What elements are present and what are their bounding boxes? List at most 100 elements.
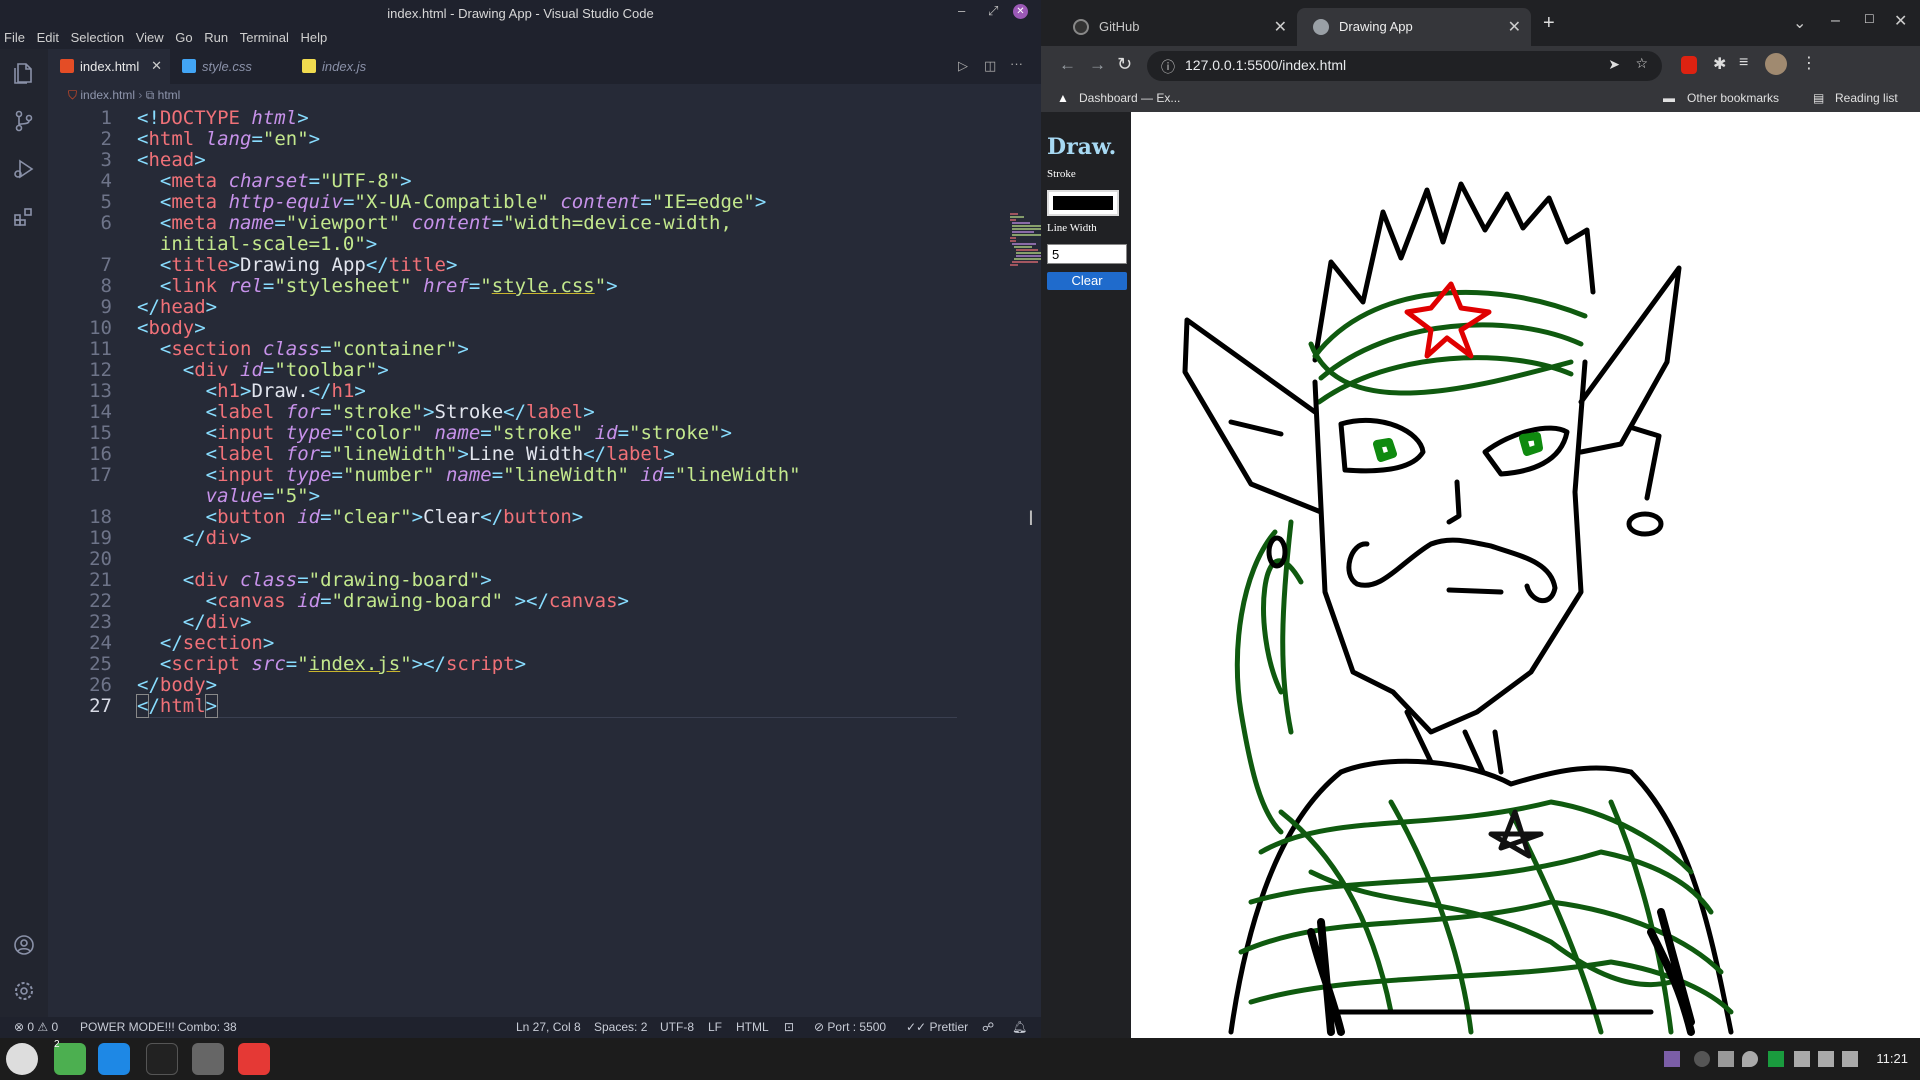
menu-help[interactable]: Help [297,27,332,45]
line-width-input[interactable]: 5 [1047,244,1127,264]
line-number: 8 [100,275,112,297]
indentation[interactable]: Spaces: 2 [594,1020,647,1034]
drawing-artwork [1182,181,1734,1036]
browser-tab-github[interactable]: GitHub ✕ [1057,8,1297,46]
launcher-icon[interactable] [6,1043,38,1075]
line-number: 2 [100,128,112,150]
live-server-port[interactable]: ⊘ Port : 5500 [814,1020,886,1034]
battery-icon[interactable] [1842,1051,1858,1067]
menu-run[interactable]: Run [200,27,232,45]
network-icon[interactable] [1794,1051,1810,1067]
problems-indicator[interactable]: ⊗ 0 ⚠ 0 [14,1020,58,1034]
tab-search-chevron-icon[interactable]: ⌄ [1793,13,1806,33]
music-note-icon[interactable] [1818,1051,1834,1067]
cursor-position[interactable]: Ln 27, Col 8 [516,1020,581,1034]
run-debug-icon[interactable] [12,157,36,181]
workspace-icon[interactable] [1664,1051,1680,1067]
terminal-icon[interactable] [146,1043,178,1075]
live-share-icon[interactable]: ⊡ [784,1020,794,1034]
run-file-icon[interactable]: ▷ [958,58,968,74]
code-line: <script src="index.js"></script> [159,653,527,675]
drawing-canvas[interactable] [1131,112,1920,1038]
code-line: <label for="lineWidth">Line Width</label… [205,443,675,465]
chrome-icon[interactable]: 2 [54,1039,86,1075]
menu-go[interactable]: Go [171,27,196,45]
send-tab-icon[interactable]: ➤ [1608,56,1620,73]
clear-button[interactable]: Clear [1047,272,1127,290]
bookmark-other[interactable]: Other bookmarks [1687,91,1779,105]
tab-style-css[interactable]: style.css [170,49,290,84]
minimize-icon[interactable]: – [1831,12,1840,30]
line-number: 26 [89,674,112,696]
profile-avatar[interactable] [1765,53,1787,75]
clock[interactable]: 11:21 [1876,1051,1908,1066]
breadcrumb-file[interactable]: index.html [80,88,135,102]
code-editor[interactable]: 1 2 3 4 5 6 7 8 9 10 11 12 13 14 15 16 17 18 19 20 21 22 23 24 2… [48,106,1060,1017]
maximize-icon[interactable]: ☐ [1864,12,1875,26]
app-heading: Draw. [1047,134,1117,160]
line-number: 7 [100,254,112,276]
line-number: 22 [89,590,112,612]
code-line: <canvas id="drawing-board" ></canvas> [205,590,629,612]
prettier-status[interactable]: ✓✓ Prettier [906,1020,968,1034]
eol[interactable]: LF [708,1020,722,1034]
tab-label: index.html [80,59,140,74]
tab-title: Drawing App [1339,19,1413,34]
tab-index-js[interactable]: index.js [290,49,400,84]
extension-shield-icon[interactable] [1681,56,1697,74]
reading-list[interactable]: Reading list [1835,91,1898,105]
keyboard-layout-flag-icon[interactable] [1768,1051,1784,1067]
tab-close-icon[interactable]: ✕ [1274,17,1287,37]
location-icon[interactable] [1742,1051,1758,1067]
wifi-app-icon[interactable] [192,1043,224,1075]
restore-icon[interactable]: ⤢ [988,3,998,19]
media-control-icon[interactable]: ≡ [1739,54,1748,72]
menu-edit[interactable]: Edit [33,27,63,45]
menu-selection[interactable]: Selection [67,27,128,45]
shield-icon[interactable] [1718,1051,1734,1067]
breadcrumb-element[interactable]: html [158,88,181,102]
minimize-icon[interactable]: ‒ [958,3,965,18]
back-arrow-icon[interactable]: ← [1059,55,1076,75]
language-mode[interactable]: HTML [736,1020,769,1034]
browser-tab-drawing-app[interactable]: Drawing App ✕ [1297,8,1531,46]
vscode-icon[interactable] [98,1043,130,1075]
code-line: <h1>Draw.</h1> [205,380,366,402]
source-control-icon[interactable] [12,109,36,133]
menu-terminal[interactable]: Terminal [236,27,293,45]
bookmark-dashboard[interactable]: Dashboard — Ex... [1079,91,1180,105]
tab-index-html[interactable]: index.html ✕ [48,49,170,84]
kebab-menu-icon[interactable]: ⋮ [1801,53,1817,73]
element-icon: ⧉ [145,88,155,102]
feedback-icon[interactable]: ☍ [982,1020,994,1034]
close-icon[interactable]: ✕ [1013,4,1028,19]
code-line: <html lang="en"> [137,128,321,150]
encoding[interactable]: UTF-8 [660,1020,694,1034]
menu-bar: File Edit Selection View Go Run Terminal… [0,27,1041,49]
reader-app-icon[interactable] [238,1043,270,1075]
tab-close-icon[interactable]: ✕ [151,58,162,74]
notifications-bell-icon[interactable]: 🔔︎ [1012,1020,1027,1034]
close-icon[interactable]: ✕ [1894,11,1907,31]
split-editor-icon[interactable]: ◫ [984,58,996,74]
extensions-icon[interactable] [12,205,36,229]
code-line: </div> [182,611,252,633]
menu-view[interactable]: View [132,27,168,45]
extensions-puzzle-icon[interactable]: ✱ [1713,54,1726,74]
site-info-icon[interactable]: ⓘ [1161,57,1175,77]
bookmark-star-icon[interactable]: ☆ [1635,55,1648,72]
chrome-badge: 2 [54,1039,60,1050]
tab-close-icon[interactable]: ✕ [1508,17,1521,37]
explorer-icon[interactable] [12,61,36,85]
reload-icon[interactable]: ↻ [1117,54,1132,75]
forward-arrow-icon[interactable]: → [1089,55,1106,75]
new-tab-plus-icon[interactable]: + [1543,12,1555,35]
account-icon[interactable] [12,933,36,957]
menu-file[interactable]: File [0,27,29,45]
settings-gear-icon[interactable] [12,979,36,1003]
address-bar[interactable]: ⓘ 127.0.0.1:5500/index.html ➤ ☆ [1147,51,1662,81]
more-actions-icon[interactable]: ··· [1010,56,1023,71]
bluetooth-icon[interactable] [1694,1051,1710,1067]
stroke-color-input[interactable] [1047,190,1119,216]
code-line: </head> [137,296,218,318]
